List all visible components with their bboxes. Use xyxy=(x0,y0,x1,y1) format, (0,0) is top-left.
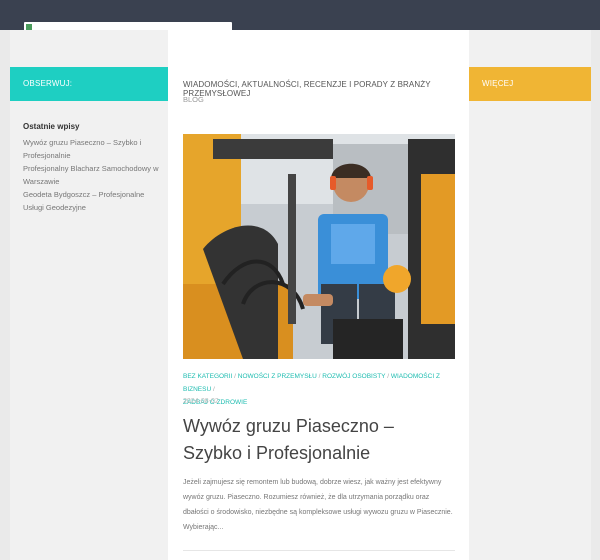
follow-header: OBSERWUJ: xyxy=(10,67,168,101)
excavator-operator-photo xyxy=(183,134,455,359)
post-date: 2024-08-02 xyxy=(183,398,219,405)
recent-posts-list: Wywóz gruzu Piaseczno – Szybko i Profesj… xyxy=(23,136,163,214)
recent-post-link[interactable]: Profesjonalny Blacharz Samochodowy w War… xyxy=(23,164,158,186)
recent-posts-title: Ostatnie wpisy xyxy=(23,122,80,131)
post-title[interactable]: Wywóz gruzu Piaseczno – Szybko i Profesj… xyxy=(183,413,455,467)
category-link[interactable]: BEZ KATEGORII xyxy=(183,373,232,380)
left-sidebar: OBSERWUJ: Ostatnie wpisy Wywóz gruzu Pia… xyxy=(10,30,168,560)
list-item: Wywóz gruzu Piaseczno – Szybko i Profesj… xyxy=(23,136,163,162)
post-divider xyxy=(183,550,455,551)
post-featured-image[interactable] xyxy=(183,134,455,359)
post-excerpt: Jeżeli zajmujesz się remontem lub budową… xyxy=(183,479,453,531)
follow-header-label: OBSERWUJ: xyxy=(23,79,73,88)
page-heading: WIADOMOŚCI, AKTUALNOŚCI, RECENZJE I PORA… xyxy=(183,80,431,98)
recent-post-link[interactable]: Wywóz gruzu Piaseczno – Szybko i Profesj… xyxy=(23,138,141,160)
main-content: WIADOMOŚCI, AKTUALNOŚCI, RECENZJE I PORA… xyxy=(168,30,469,560)
category-link[interactable]: NOWOŚCI Z PRZEMYSŁU xyxy=(238,373,317,380)
post-categories: BEZ KATEGORII / NOWOŚCI Z PRZEMYSŁU / RO… xyxy=(183,370,455,409)
category-link[interactable]: ROZWÓJ OSOBISTY xyxy=(322,373,385,380)
page-subheading: BLOG xyxy=(183,95,204,104)
list-item: Geodeta Bydgoszcz – Profesjonalne Usługi… xyxy=(23,188,163,214)
category-separator: / xyxy=(211,386,215,393)
recent-post-link[interactable]: Geodeta Bydgoszcz – Profesjonalne Usługi… xyxy=(23,190,144,212)
more-header-label: WIĘCEJ xyxy=(482,79,514,88)
list-item: Profesjonalny Blacharz Samochodowy w War… xyxy=(23,162,163,188)
more-header: WIĘCEJ xyxy=(469,67,591,101)
right-sidebar: WIĘCEJ xyxy=(469,30,591,560)
top-bar xyxy=(0,0,600,34)
